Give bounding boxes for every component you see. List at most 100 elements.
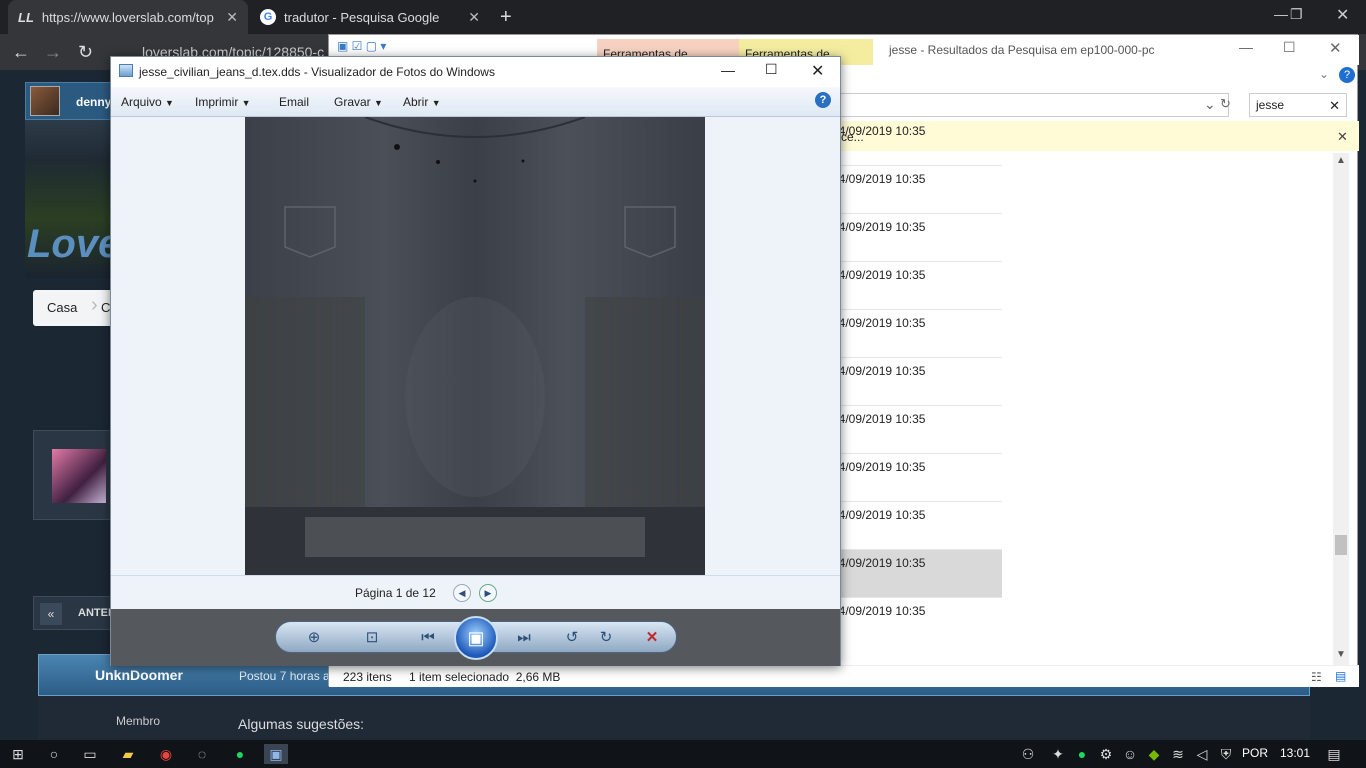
- wifi-icon[interactable]: ≋: [1166, 744, 1190, 764]
- next-page-button[interactable]: ▶: [479, 584, 497, 602]
- details-view-icon[interactable]: ☷: [1311, 670, 1322, 684]
- photo-viewer-taskbar-icon[interactable]: ▣: [264, 744, 288, 764]
- scroll-down-icon[interactable]: ▼: [1336, 649, 1346, 660]
- help-icon[interactable]: ?: [1339, 67, 1355, 83]
- close-window-icon[interactable]: ✕: [1336, 5, 1349, 25]
- language-indicator[interactable]: POR: [1242, 746, 1268, 760]
- people-icon[interactable]: ⚇: [1016, 744, 1040, 764]
- app-icon[interactable]: ◌: [190, 744, 214, 764]
- spotify-tray-icon[interactable]: ●: [1070, 744, 1094, 764]
- page-indicator: Página 1 de 12: [355, 586, 436, 600]
- avatar[interactable]: [30, 86, 60, 116]
- chrome-icon[interactable]: ◉: [154, 744, 178, 764]
- discord-icon[interactable]: ☺: [1118, 744, 1142, 764]
- close-infobar-icon[interactable]: ✕: [1337, 129, 1348, 145]
- reload-icon[interactable]: ↻: [78, 42, 93, 63]
- zoom-icon[interactable]: ⊕: [302, 628, 326, 648]
- breadcrumb-home[interactable]: Casa: [47, 300, 77, 315]
- author-role: Membro: [116, 714, 161, 728]
- rotate-left-icon[interactable]: ↺: [560, 628, 584, 648]
- scroll-up-icon[interactable]: ▲: [1336, 155, 1346, 166]
- photo-viewer-icon: [119, 64, 133, 77]
- breadcrumb-item[interactable]: C: [101, 300, 110, 315]
- tab-google[interactable]: G tradutor - Pesquisa Google ✕: [250, 0, 490, 34]
- chevron-down-icon: ▼: [431, 98, 441, 108]
- file-date: 04/09/2019 10:35: [832, 556, 926, 570]
- photo-viewer-window: jesse_civilian_jeans_d.tex.dds - Visuali…: [110, 56, 841, 666]
- close-tab-icon[interactable]: ✕: [226, 9, 238, 26]
- viewer-controls: ⊕ ⊡ ⏮ ▣ ⏭ ↺ ↻ ✕: [111, 609, 840, 666]
- spotify-icon[interactable]: ●: [228, 744, 252, 764]
- file-date: 04/09/2019 10:35: [832, 460, 926, 474]
- quick-access-icons[interactable]: ▣ ☑ ▢ ▾: [337, 39, 417, 57]
- menu-arquivo[interactable]: Arquivo ▼: [121, 95, 174, 109]
- actual-size-icon[interactable]: ⊡: [360, 628, 384, 648]
- minimize-icon[interactable]: —: [1274, 6, 1288, 22]
- minimize-icon[interactable]: —: [721, 62, 735, 78]
- previous-icon[interactable]: ⏮: [416, 628, 440, 648]
- task-view-icon[interactable]: ▭: [78, 744, 102, 764]
- clear-search-icon[interactable]: ✕: [1329, 98, 1340, 114]
- slideshow-button[interactable]: ▣: [454, 616, 498, 660]
- new-tab-icon[interactable]: +: [500, 6, 512, 29]
- close-window-icon[interactable]: ✕: [1329, 39, 1342, 57]
- windows-start-icon[interactable]: ⊞: [6, 744, 30, 764]
- volume-icon[interactable]: ◁: [1190, 744, 1214, 764]
- refresh-icon[interactable]: ↻: [1220, 96, 1231, 112]
- tab-title: https://www.loverslab.com/topic: [41, 9, 214, 25]
- tiles-view-icon[interactable]: ▤: [1335, 669, 1346, 683]
- file-explorer-icon[interactable]: ▰: [116, 744, 140, 764]
- search-input[interactable]: jesse ✕: [1249, 93, 1347, 117]
- menu-email[interactable]: Email: [279, 95, 309, 109]
- notifications-icon[interactable]: ▤: [1322, 744, 1346, 764]
- menu-abrir[interactable]: Abrir ▼: [403, 95, 441, 109]
- tab-loverslab[interactable]: LL https://www.loverslab.com/topic ✕: [8, 0, 248, 34]
- chevron-right-icon: ›: [91, 294, 98, 316]
- nvidia-icon[interactable]: ◆: [1142, 744, 1166, 764]
- next-icon[interactable]: ⏭: [512, 628, 536, 648]
- image-area: [111, 117, 840, 575]
- help-icon[interactable]: ?: [815, 92, 831, 108]
- clock[interactable]: 13:01: [1280, 746, 1310, 760]
- scrollbar[interactable]: ▲ ▼: [1333, 153, 1349, 665]
- viewer-title: jesse_civilian_jeans_d.tex.dds - Visuali…: [139, 65, 495, 79]
- username[interactable]: denny: [76, 95, 111, 109]
- rotate-right-icon[interactable]: ↻: [594, 628, 618, 648]
- chevron-down-icon[interactable]: ⌄: [1204, 96, 1216, 113]
- close-tab-icon[interactable]: ✕: [468, 9, 480, 26]
- back-icon[interactable]: ←: [12, 42, 30, 63]
- avatar[interactable]: [52, 449, 106, 503]
- post-body: Membro Algumas sugestões:: [38, 696, 1310, 740]
- post-author[interactable]: UnknDoomer: [95, 667, 183, 683]
- file-date: 04/09/2019 10:35: [832, 604, 926, 618]
- chevron-down-icon: ▼: [165, 98, 174, 108]
- forward-icon[interactable]: →: [44, 42, 62, 63]
- prev-page-button[interactable]: ◀: [453, 584, 471, 602]
- tray-app-icon[interactable]: ✦: [1046, 744, 1070, 764]
- texture-image: [245, 117, 705, 575]
- search-icon[interactable]: ○: [42, 744, 66, 764]
- minimize-icon[interactable]: —: [1239, 39, 1253, 55]
- viewer-titlebar: jesse_civilian_jeans_d.tex.dds - Visuali…: [111, 57, 840, 87]
- user-bar[interactable]: denny: [25, 82, 115, 120]
- address-path[interactable]: ⌄ ↻: [829, 93, 1231, 117]
- loverslab-favicon-icon: LL: [18, 9, 34, 25]
- first-page-button[interactable]: «: [40, 603, 62, 625]
- restore-icon[interactable]: ❐: [1290, 6, 1303, 23]
- file-date: 04/09/2019 10:35: [832, 124, 926, 138]
- status-bar: 223 itens 1 item selecionado 2,66 MB ☷ ▤: [329, 665, 1359, 687]
- chevron-down-icon: ▼: [374, 98, 383, 108]
- google-favicon-icon: G: [260, 9, 276, 25]
- maximize-icon[interactable]: ☐: [1283, 39, 1296, 56]
- menu-imprimir[interactable]: Imprimir ▼: [195, 95, 251, 109]
- delete-icon[interactable]: ✕: [640, 628, 664, 648]
- menu-gravar[interactable]: Gravar ▼: [334, 95, 383, 109]
- ribbon-expand-icon[interactable]: ⌄: [1319, 67, 1329, 81]
- close-window-icon[interactable]: ✕: [811, 61, 824, 81]
- file-date: 04/09/2019 10:35: [832, 316, 926, 330]
- steam-icon[interactable]: ⚙: [1094, 744, 1118, 764]
- defender-icon[interactable]: ⛨: [1214, 744, 1238, 764]
- maximize-icon[interactable]: ☐: [765, 61, 778, 78]
- post-date: Postou 7 horas a: [239, 669, 330, 683]
- scroll-thumb[interactable]: [1335, 535, 1347, 555]
